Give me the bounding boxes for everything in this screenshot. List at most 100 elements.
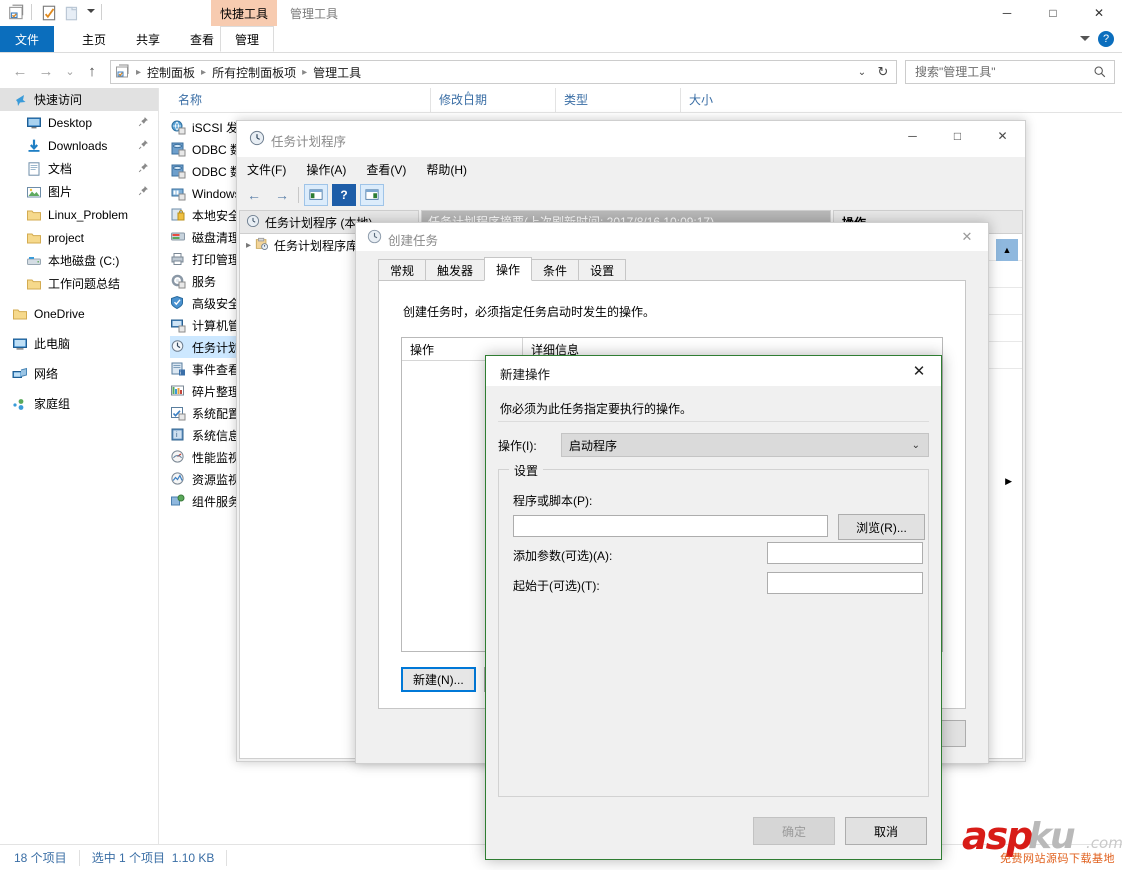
- column-type[interactable]: 类型: [555, 88, 680, 112]
- tree-expand-icon[interactable]: ▸: [246, 240, 251, 251]
- sidebar-item--[interactable]: 文档: [0, 157, 158, 180]
- contextual-tab-quick-tools[interactable]: 快捷工具: [211, 0, 278, 26]
- action-select[interactable]: 启动程序 ⌄: [561, 433, 929, 457]
- contextual-tab-admin-tools[interactable]: 管理工具: [281, 0, 347, 26]
- sidebar-item-linux_problem[interactable]: Linux_Problem: [0, 203, 158, 226]
- tab-conditions[interactable]: 条件: [531, 259, 580, 281]
- sidebar-item-downloads[interactable]: Downloads: [0, 134, 158, 157]
- arguments-input-field[interactable]: [768, 543, 922, 563]
- up-button[interactable]: ↑: [80, 59, 104, 83]
- menu-action[interactable]: 操作(A): [296, 161, 356, 178]
- sidebar-item-label: 图片: [48, 185, 73, 199]
- sidebar-item--c-[interactable]: 本地磁盘 (C:): [0, 249, 158, 272]
- chevron-down-icon[interactable]: ⌄: [912, 440, 920, 451]
- create-task-close-button[interactable]: ✕: [946, 223, 988, 251]
- menu-file[interactable]: 文件(F): [237, 161, 296, 178]
- sidebar-item-label: 此电脑: [34, 337, 71, 351]
- sidebar-item--[interactable]: 网络: [0, 362, 158, 385]
- actions-expand-icon[interactable]: ▶: [1005, 476, 1012, 487]
- new-folder-icon[interactable]: [63, 4, 81, 22]
- back-button[interactable]: ←: [8, 59, 32, 83]
- address-bar[interactable]: ▸ 控制面板 ▸ 所有控制面板项 ▸ 管理工具 ⌄ ↻: [110, 60, 897, 84]
- ts-close-button[interactable]: ✕: [980, 121, 1025, 151]
- breadcrumb-all-items[interactable]: 所有控制面板项: [208, 64, 300, 81]
- file-name: 打印管理: [192, 252, 241, 267]
- ts-back-icon[interactable]: ←: [243, 185, 265, 205]
- menu-help[interactable]: 帮助(H): [416, 161, 477, 178]
- sidebar-item--[interactable]: 家庭组: [0, 392, 158, 415]
- folder-icon: [26, 276, 42, 292]
- folder-icon: [26, 230, 42, 246]
- sidebar-item--[interactable]: 图片: [0, 180, 158, 203]
- new-action-dialog: 新建操作 ✕ 你必须为此任务指定要执行的操作。 操作(I): 启动程序 ⌄ 设置…: [485, 355, 942, 860]
- msconfig-icon: [170, 405, 186, 421]
- maximize-button[interactable]: □: [1030, 0, 1076, 26]
- ts-minimize-button[interactable]: ─: [890, 121, 935, 151]
- toolbar-divider: [31, 4, 32, 20]
- sidebar-item-label: 工作问题总结: [48, 277, 121, 291]
- tab-settings[interactable]: 设置: [578, 259, 627, 281]
- create-task-tabs: 常规 触发器 操作 条件 设置: [378, 257, 627, 281]
- ts-forward-icon[interactable]: →: [271, 185, 293, 205]
- tab-file[interactable]: 文件: [0, 26, 54, 52]
- refresh-icon[interactable]: ↻: [874, 63, 892, 81]
- breadcrumb-admin-tools[interactable]: 管理工具: [309, 64, 365, 81]
- pin-icon[interactable]: [138, 139, 150, 151]
- close-button[interactable]: ✕: [1076, 0, 1122, 26]
- new-action-close-button[interactable]: ✕: [897, 356, 941, 386]
- sidebar-item--[interactable]: 工作问题总结: [0, 272, 158, 295]
- pin-icon[interactable]: [138, 185, 150, 197]
- pin-icon[interactable]: [138, 162, 150, 174]
- chevron-down-icon[interactable]: [87, 9, 95, 13]
- address-dropdown-icon[interactable]: ⌄: [854, 64, 870, 80]
- breadcrumb-control-panel[interactable]: 控制面板: [143, 64, 199, 81]
- sidebar-item-label: Linux_Problem: [48, 207, 129, 222]
- column-size[interactable]: 大小: [680, 88, 760, 112]
- search-icon: [1094, 66, 1106, 78]
- start-in-input[interactable]: [767, 572, 923, 594]
- tree-pane-icon[interactable]: [304, 184, 328, 206]
- new-action-ok-button[interactable]: 确定: [753, 817, 835, 845]
- tree-library-icon: [255, 237, 269, 254]
- downloads-icon: [26, 138, 42, 154]
- minimize-button[interactable]: ─: [984, 0, 1030, 26]
- search-input[interactable]: [913, 64, 1093, 80]
- start-in-input-field[interactable]: [768, 573, 922, 593]
- ts-maximize-button[interactable]: □: [935, 121, 980, 151]
- tab-general[interactable]: 常规: [378, 259, 427, 281]
- ribbon-collapse-icon[interactable]: [1080, 36, 1090, 41]
- program-input[interactable]: [513, 515, 828, 537]
- new-action-cancel-button[interactable]: 取消: [845, 817, 927, 845]
- action-pane-icon[interactable]: [360, 184, 384, 206]
- sidebar-item-label: Desktop: [48, 115, 93, 130]
- sidebar-item--[interactable]: 快速访问: [0, 88, 158, 111]
- tab-triggers[interactable]: 触发器: [425, 259, 486, 281]
- column-date-modified[interactable]: 修改日期: [430, 88, 555, 112]
- sidebar-item-desktop[interactable]: Desktop: [0, 111, 158, 134]
- search-box[interactable]: [905, 60, 1115, 84]
- sidebar-item-onedrive[interactable]: OneDrive: [0, 302, 158, 325]
- admin-tools-icon[interactable]: [8, 4, 26, 22]
- help-icon[interactable]: ?: [1098, 31, 1114, 47]
- new-action-button[interactable]: 新建(N)...: [401, 667, 476, 692]
- menu-view[interactable]: 查看(V): [356, 161, 416, 178]
- navigation-pane: 快速访问 Desktop Downloads 文档图片 Linux_Problempro…: [0, 88, 159, 844]
- ts-help-icon[interactable]: ?: [332, 184, 356, 206]
- actions-collapse-icon[interactable]: ▲: [996, 239, 1018, 261]
- tab-manage[interactable]: 管理: [220, 26, 274, 52]
- breadcrumb-root-icon: [115, 64, 131, 80]
- arguments-input[interactable]: [767, 542, 923, 564]
- program-input-field[interactable]: [514, 516, 827, 536]
- properties-icon[interactable]: [40, 4, 58, 22]
- column-name[interactable]: 名称: [170, 88, 430, 112]
- firewall-icon: [170, 295, 186, 311]
- forward-button[interactable]: →: [34, 59, 58, 83]
- sidebar-item-project[interactable]: project: [0, 226, 158, 249]
- tab-actions[interactable]: 操作: [484, 257, 533, 281]
- recent-locations-button[interactable]: ⌄: [58, 59, 82, 83]
- onedrive-icon: [12, 306, 28, 322]
- pin-icon[interactable]: [138, 116, 150, 128]
- sidebar-item--[interactable]: 此电脑: [0, 332, 158, 355]
- status-divider: [226, 849, 228, 866]
- browse-button[interactable]: 浏览(R)...: [838, 514, 925, 540]
